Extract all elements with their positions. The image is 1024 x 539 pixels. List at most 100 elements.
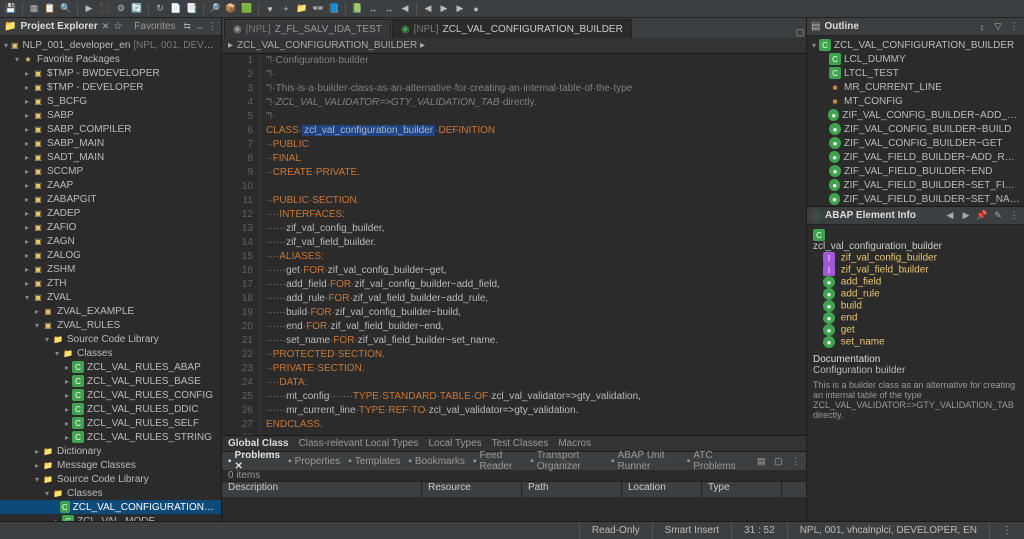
sort-icon[interactable]: ↕ — [976, 21, 988, 33]
tree-node[interactable]: ▾▣ZVAL_RULES — [0, 318, 221, 332]
fwd-icon[interactable]: ▶ — [960, 210, 972, 222]
project-tree[interactable]: ▾▣NLP_001_developer_en [NPL, 001, DEVELO… — [0, 36, 221, 521]
toolbar-button-7[interactable]: 🔄 — [130, 2, 144, 16]
link-icon[interactable]: ⇔ — [195, 21, 204, 33]
view-icon[interactable]: ⋮ — [791, 455, 800, 467]
toolbar-button-5[interactable]: ⬛ — [98, 2, 112, 16]
tree-node[interactable]: ▸▣$TMP - BWDEVELOPER — [0, 66, 221, 80]
problems-tab[interactable]: ▪Properties — [288, 456, 340, 467]
tree-node[interactable]: ▸▣ZABAPGIT — [0, 192, 221, 206]
pin-icon[interactable]: 📌 — [976, 210, 988, 222]
problems-tab[interactable]: ▪Templates — [348, 456, 400, 467]
toolbar-button-10[interactable]: 📑 — [185, 2, 199, 16]
col-header[interactable]: Path — [522, 482, 622, 497]
toolbar-button-24[interactable]: ▶ — [437, 2, 451, 16]
problems-tab[interactable]: ▪Transport Organizer — [530, 450, 603, 472]
outline-tree[interactable]: ▾CZCL_VAL_CONFIGURATION_BUILDERCLCL_DUMM… — [807, 36, 1024, 206]
toolbar-button-18[interactable]: 📘 — [327, 2, 341, 16]
tree-node[interactable]: ▸📁Dictionary — [0, 444, 221, 458]
tree-node[interactable]: ▾▣NLP_001_developer_en [NPL, 001, DEVELO… — [0, 38, 221, 52]
tree-node[interactable]: ▸CZCL_VAL_RULES_BASE — [0, 374, 221, 388]
tree-node[interactable]: CZCL_VAL_CONFIGURATION_BUILDER — [0, 500, 221, 514]
toolbar-button-25[interactable]: ▶ — [453, 2, 467, 16]
menu-icon[interactable]: ⋮ — [1008, 21, 1020, 33]
tree-node[interactable]: ●ZIF_VAL_CONFIG_BUILDER~BUILD — [807, 122, 1024, 136]
tree-node[interactable]: CLCL_DUMMY — [807, 52, 1024, 66]
toolbar-button-3[interactable]: 🔍 — [59, 2, 73, 16]
toolbar-button-15[interactable]: + — [279, 2, 293, 16]
tree-node[interactable]: ▸▣ZAGN — [0, 234, 221, 248]
toolbar-button-6[interactable]: ⚙ — [114, 2, 128, 16]
tree-node[interactable]: ●ZIF_VAL_CONFIG_BUILDER~GET — [807, 136, 1024, 150]
tree-node[interactable]: ●ZIF_VAL_CONFIG_BUILDER~ADD_FIELD — [807, 108, 1024, 122]
toolbar-button-23[interactable]: ◀ — [421, 2, 435, 16]
tree-node[interactable]: ▸📁Message Classes — [0, 458, 221, 472]
sub-tab[interactable]: Test Classes — [492, 438, 549, 449]
tree-node[interactable]: ▸▣SABP_MAIN — [0, 136, 221, 150]
editor-tab-1[interactable]: ◉ [NPL] Z_FL_SALV_IDA_TEST — [224, 19, 391, 38]
toolbar-button-16[interactable]: 📁 — [295, 2, 309, 16]
sub-tab[interactable]: Class-relevant Local Types — [299, 438, 419, 449]
sub-tab[interactable]: Macros — [558, 438, 591, 449]
tree-node[interactable]: ▸▣SABP — [0, 108, 221, 122]
toolbar-button-2[interactable]: 📋 — [43, 2, 57, 16]
toolbar-button-4[interactable]: ▶ — [82, 2, 96, 16]
problems-tab[interactable]: ▪Bookmarks — [408, 456, 465, 467]
tree-node[interactable]: ▸CZCL_VAL_RULES_CONFIG — [0, 388, 221, 402]
tree-node[interactable]: ▾★Favorite Packages — [0, 52, 221, 66]
toolbar-button-13[interactable]: 🟩 — [240, 2, 254, 16]
editor-tab-2[interactable]: ◉ [NPL] ZCL_VAL_CONFIGURATION_BUILDER — [392, 19, 632, 38]
view-icon[interactable]: ▢ — [774, 455, 783, 467]
toolbar-button-12[interactable]: 📦 — [224, 2, 238, 16]
maximize-icon[interactable]: ▢ — [794, 26, 806, 38]
tree-node[interactable]: ▸▣SADT_MAIN — [0, 150, 221, 164]
tree-node[interactable]: ▾📁Classes — [0, 486, 221, 500]
problems-tab[interactable]: ▪Problems ✕ — [228, 450, 280, 472]
tree-node[interactable]: ▸▣ZALOG — [0, 248, 221, 262]
tree-node[interactable]: ▸▣SABP_COMPILER — [0, 122, 221, 136]
tree-node[interactable]: ▸▣S_BCFG — [0, 94, 221, 108]
tree-node[interactable]: CLTCL_TEST — [807, 66, 1024, 80]
toolbar-button-1[interactable]: ▦ — [27, 2, 41, 16]
tree-node[interactable]: ■MT_CONFIG — [807, 94, 1024, 108]
tree-node[interactable]: ●ZIF_VAL_FIELD_BUILDER~SET_NAME — [807, 192, 1024, 206]
tree-node[interactable]: ▸▣ZVAL_EXAMPLE — [0, 304, 221, 318]
tree-node[interactable]: ▸▣ZTH — [0, 276, 221, 290]
tree-node[interactable]: ●ZIF_VAL_FIELD_BUILDER~END — [807, 164, 1024, 178]
toolbar-button-20[interactable]: ↔ — [366, 2, 380, 16]
toolbar-button-21[interactable]: ↔ — [382, 2, 396, 16]
toolbar-button-19[interactable]: 📗 — [350, 2, 364, 16]
problems-tab[interactable]: ▪Feed Reader — [473, 450, 522, 472]
tree-node[interactable]: ▾📁Source Code Library — [0, 332, 221, 346]
col-header[interactable]: Description — [222, 482, 422, 497]
toolbar-button-8[interactable]: ↻ — [153, 2, 167, 16]
toolbar-button-0[interactable]: 💾 — [4, 2, 18, 16]
tree-node[interactable]: ●ZIF_VAL_FIELD_BUILDER~ADD_RULE — [807, 150, 1024, 164]
tree-node[interactable]: ▸▣SCCMP — [0, 164, 221, 178]
breadcrumb[interactable]: ▸ ZCL_VAL_CONFIGURATION_BUILDER ▸ — [222, 38, 806, 54]
toolbar-button-9[interactable]: 📄 — [169, 2, 183, 16]
tree-node[interactable]: ▾📁Classes — [0, 346, 221, 360]
tree-node[interactable]: ▸CZCL_VAL_RULES_ABAP — [0, 360, 221, 374]
status-menu-icon[interactable]: ⋮ — [989, 522, 1024, 539]
menu-icon[interactable]: ⋮ — [208, 21, 217, 33]
toolbar-button-26[interactable]: ● — [469, 2, 483, 16]
tree-node[interactable]: ▸▣ZSHM — [0, 262, 221, 276]
col-header[interactable]: Resource — [422, 482, 522, 497]
tree-node[interactable]: ▸CZCL_VAL_RULES_SELF — [0, 416, 221, 430]
tree-node[interactable]: ▸CZCL_VAL_MODE — [0, 514, 221, 521]
problems-tab[interactable]: ▪ATC Problems — [687, 450, 741, 472]
view-icon[interactable]: ▤ — [757, 455, 766, 467]
toolbar-button-14[interactable]: ♥ — [263, 2, 277, 16]
tree-node[interactable]: ▸CZCL_VAL_RULES_STRING — [0, 430, 221, 444]
back-icon[interactable]: ◀ — [944, 210, 956, 222]
edit-icon[interactable]: ✎ — [992, 210, 1004, 222]
filter-icon[interactable]: ▽ — [992, 21, 1004, 33]
col-header[interactable]: Location — [622, 482, 702, 497]
tree-node[interactable]: ▸▣ZADEP — [0, 206, 221, 220]
toolbar-button-22[interactable]: ◀ — [398, 2, 412, 16]
tree-node[interactable]: ▾▣ZVAL — [0, 290, 221, 304]
tree-node[interactable]: ▾CZCL_VAL_CONFIGURATION_BUILDER — [807, 38, 1024, 52]
problems-tab[interactable]: ▪ABAP Unit Runner — [611, 450, 679, 472]
menu-icon[interactable]: ⋮ — [1008, 210, 1020, 222]
